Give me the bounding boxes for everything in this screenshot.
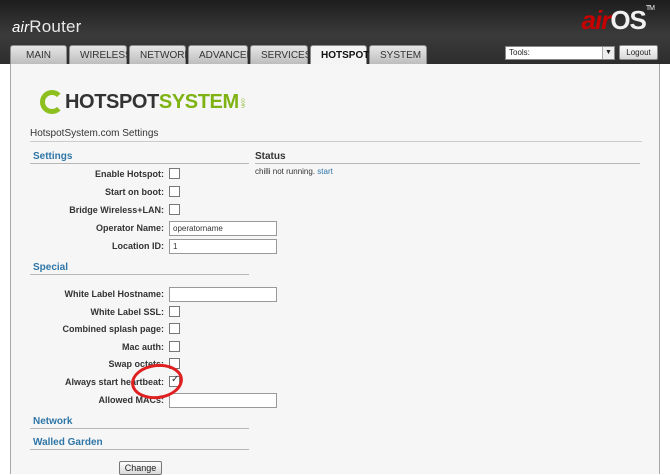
white-label-hostname-row: White Label Hostname: bbox=[30, 287, 277, 302]
settings-heading: Settings bbox=[33, 151, 73, 162]
white-label-ssl-checkbox[interactable] bbox=[169, 306, 180, 317]
content-panel bbox=[10, 64, 660, 474]
bridge-wireless-lan-checkbox[interactable] bbox=[169, 204, 180, 215]
start-link[interactable]: start bbox=[317, 167, 333, 176]
chevron-down-icon[interactable]: ▼ bbox=[602, 47, 614, 59]
divider bbox=[30, 449, 249, 450]
start-on-boot-row: Start on boot: bbox=[30, 186, 250, 200]
walled-garden-heading[interactable]: Walled Garden bbox=[33, 437, 103, 448]
allowed-macs-field[interactable] bbox=[169, 393, 277, 408]
tab-main[interactable]: MAIN bbox=[10, 45, 67, 64]
white-label-ssl-row: White Label SSL: bbox=[30, 306, 250, 320]
location-id-row: Location ID: 1 bbox=[30, 239, 277, 254]
status-message: chilli not running. start bbox=[255, 167, 333, 176]
start-on-boot-checkbox[interactable] bbox=[169, 186, 180, 197]
special-heading: Special bbox=[33, 262, 69, 273]
hotspot-wave-icon bbox=[40, 90, 64, 114]
location-id-field[interactable]: 1 bbox=[169, 239, 277, 254]
tab-hotspot[interactable]: HOTSPOT bbox=[310, 45, 369, 64]
combined-splash-checkbox[interactable] bbox=[169, 323, 180, 334]
status-heading: Status bbox=[255, 151, 286, 162]
enable-hotspot-row: Enable Hotspot: bbox=[30, 168, 250, 182]
enable-hotspot-checkbox[interactable] bbox=[169, 168, 180, 179]
operator-name-field[interactable]: operatorname bbox=[169, 221, 277, 236]
network-heading[interactable]: Network bbox=[33, 416, 72, 427]
tab-wireless[interactable]: WIRELESS bbox=[69, 45, 132, 64]
main-tabs: MAIN WIRELESS NETWORK ADVANCED SERVICES … bbox=[10, 45, 429, 64]
operator-name-row: Operator Name: operatorname bbox=[30, 221, 277, 236]
logout-button[interactable]: Logout bbox=[619, 45, 658, 60]
airos-logo: airOSTM bbox=[581, 5, 656, 35]
change-button[interactable]: Change bbox=[119, 461, 162, 475]
hotspotsystem-logo: HOTSPOTSYSTEM .com bbox=[40, 88, 246, 116]
mac-auth-row: Mac auth: bbox=[30, 341, 250, 355]
divider bbox=[255, 163, 640, 164]
divider bbox=[30, 274, 249, 275]
tab-advanced[interactable]: ADVANCED bbox=[188, 45, 254, 64]
tab-system[interactable]: SYSTEM bbox=[369, 45, 427, 64]
mac-auth-checkbox[interactable] bbox=[169, 341, 180, 352]
divider bbox=[30, 141, 642, 142]
divider bbox=[30, 428, 249, 429]
bridge-row: Bridge Wireless+LAN: bbox=[30, 204, 250, 218]
page-title: HotspotSystem.com Settings bbox=[30, 128, 159, 139]
divider bbox=[30, 163, 249, 164]
tab-network[interactable]: NETWORK bbox=[129, 45, 191, 64]
tab-services[interactable]: SERVICES bbox=[250, 45, 311, 64]
tools-select[interactable]: Tools: ▼ bbox=[505, 46, 615, 60]
white-label-hostname-field[interactable] bbox=[169, 287, 277, 302]
air-router-logo: airRouter bbox=[12, 17, 82, 36]
combined-splash-row: Combined splash page: bbox=[30, 323, 250, 337]
